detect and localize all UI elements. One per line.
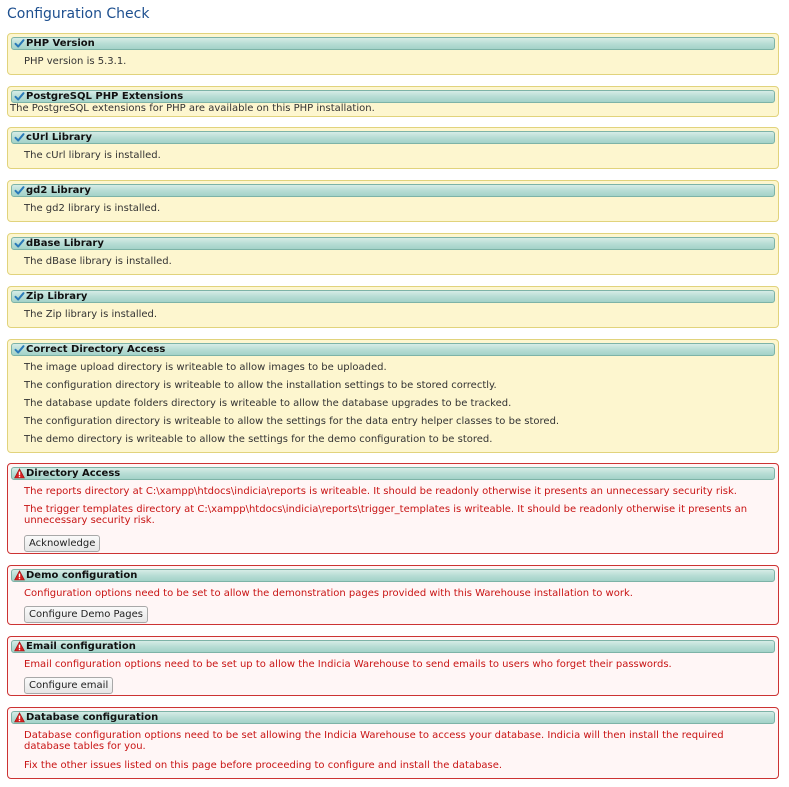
issue-panel-directory-access: Directory Access The reports directory a… bbox=[7, 463, 779, 554]
check-icon bbox=[14, 132, 26, 143]
page-title: Configuration Check bbox=[7, 6, 150, 22]
check-panel-postgresql: PostgreSQL PHP Extensions The PostgreSQL… bbox=[7, 86, 779, 117]
panel-header: Demo configuration bbox=[11, 569, 775, 582]
check-icon bbox=[14, 238, 26, 249]
check-icon bbox=[14, 185, 26, 196]
check-panel-php-version: PHP Version PHP version is 5.3.1. bbox=[7, 33, 779, 75]
check-panel-dbase: dBase Library The dBase library is insta… bbox=[7, 233, 779, 275]
panel-header: dBase Library bbox=[11, 237, 775, 250]
panel-title: PHP Version bbox=[26, 38, 95, 49]
panel-title: PostgreSQL PHP Extensions bbox=[26, 91, 184, 102]
issue-panel-email-configuration: Email configuration Email configuration … bbox=[7, 636, 779, 696]
check-icon bbox=[14, 291, 26, 302]
check-panel-directory-access: Correct Directory Access The image uploa… bbox=[7, 339, 779, 453]
panel-header: PHP Version bbox=[11, 37, 775, 50]
warning-icon bbox=[14, 712, 26, 723]
issue-message: Database configuration options need to b… bbox=[24, 730, 724, 752]
check-message: The Zip library is installed. bbox=[24, 309, 158, 320]
panel-title: Correct Directory Access bbox=[26, 344, 166, 355]
panel-title: dBase Library bbox=[26, 238, 104, 249]
panel-title: Demo configuration bbox=[26, 570, 138, 581]
panel-header: cUrl Library bbox=[11, 131, 775, 144]
warning-icon bbox=[14, 468, 26, 479]
check-message: The configuration directory is writeable… bbox=[24, 380, 497, 391]
panel-title: cUrl Library bbox=[26, 132, 92, 143]
check-message: The cUrl library is installed. bbox=[24, 150, 161, 161]
check-message: The gd2 library is installed. bbox=[24, 203, 161, 214]
check-message: The image upload directory is writeable … bbox=[24, 362, 387, 373]
check-panel-curl: cUrl Library The cUrl library is install… bbox=[7, 127, 779, 169]
check-icon bbox=[14, 38, 26, 49]
check-message: The database update folders directory is… bbox=[24, 398, 512, 409]
configure-email-button[interactable]: Configure email bbox=[24, 677, 114, 694]
issue-message: Fix the other issues listed on this page… bbox=[24, 760, 503, 771]
issue-panel-database-configuration: Database configuration Database configur… bbox=[7, 707, 779, 779]
panel-title: Zip Library bbox=[26, 291, 88, 302]
check-message: The demo directory is writeable to allow… bbox=[24, 434, 493, 445]
panel-header: Directory Access bbox=[11, 467, 775, 480]
panel-header: PostgreSQL PHP Extensions bbox=[11, 90, 775, 103]
check-message: The dBase library is installed. bbox=[24, 256, 172, 267]
panel-header: gd2 Library bbox=[11, 184, 775, 197]
issue-message: Email configuration options need to be s… bbox=[24, 659, 672, 670]
panel-header: Email configuration bbox=[11, 640, 775, 653]
issue-message: The reports directory at C:\xampp\htdocs… bbox=[24, 486, 737, 497]
panel-header: Database configuration bbox=[11, 711, 775, 724]
panel-title: Email configuration bbox=[26, 641, 136, 652]
issue-panel-demo-configuration: Demo configuration Configuration options… bbox=[7, 565, 779, 625]
panel-title: Database configuration bbox=[26, 712, 159, 723]
panel-title: Directory Access bbox=[26, 468, 121, 479]
issue-message: Configuration options need to be set to … bbox=[24, 588, 633, 599]
check-icon bbox=[14, 344, 26, 355]
check-message: The configuration directory is writeable… bbox=[24, 416, 560, 427]
issue-message: The trigger templates directory at C:\xa… bbox=[24, 504, 748, 526]
panel-title: gd2 Library bbox=[26, 185, 91, 196]
check-panel-zip: Zip Library The Zip library is installed… bbox=[7, 286, 779, 328]
panel-header: Correct Directory Access bbox=[11, 343, 775, 356]
check-icon bbox=[14, 91, 26, 102]
warning-icon bbox=[14, 570, 26, 581]
check-panel-gd2: gd2 Library The gd2 library is installed… bbox=[7, 180, 779, 222]
check-message: The PostgreSQL extensions for PHP are av… bbox=[10, 103, 375, 114]
panel-header: Zip Library bbox=[11, 290, 775, 303]
acknowledge-button[interactable]: Acknowledge bbox=[24, 535, 101, 552]
check-message: PHP version is 5.3.1. bbox=[24, 56, 127, 67]
warning-icon bbox=[14, 641, 26, 652]
configure-demo-pages-button[interactable]: Configure Demo Pages bbox=[24, 606, 148, 623]
